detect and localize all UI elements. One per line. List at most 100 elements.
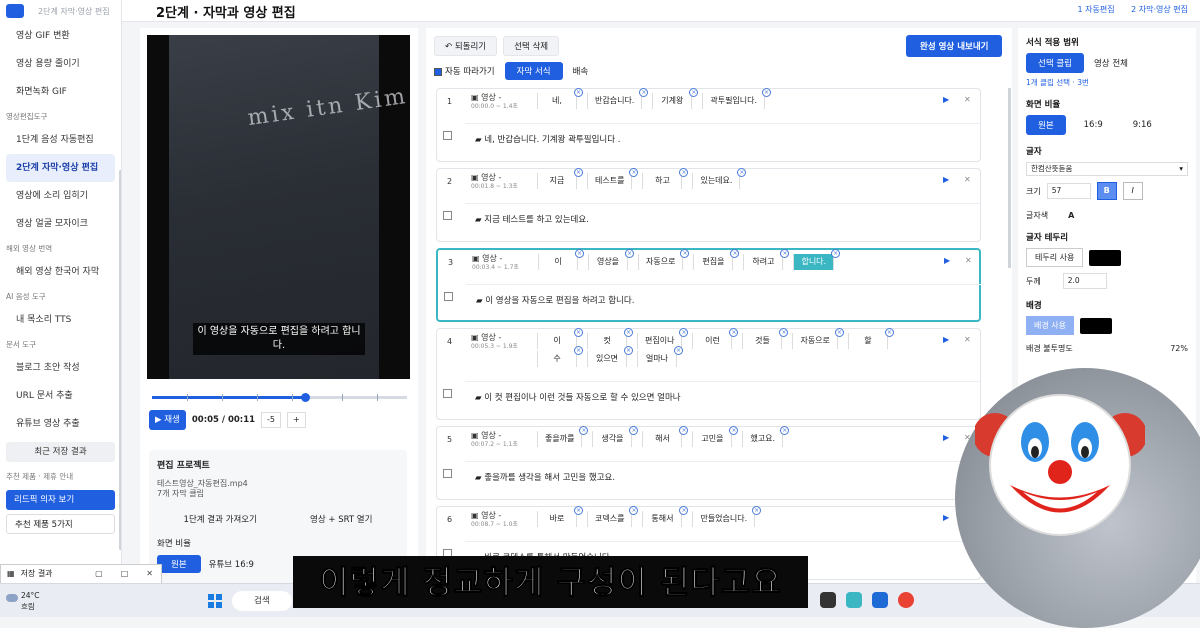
- bg-toggle-button[interactable]: 배경 사용: [1026, 316, 1074, 335]
- row-close-icon[interactable]: ✕: [964, 95, 971, 104]
- row-sentence[interactable]: ▰ 네, 반갑습니다. 기계왕 곽투필입니다 .: [475, 133, 620, 145]
- row-close-icon[interactable]: ✕: [964, 335, 971, 344]
- word-chip[interactable]: 것들 ×: [742, 328, 789, 349]
- word-chip[interactable]: 있으면 ×: [587, 346, 633, 367]
- open-srt-button[interactable]: 영상 + SRT 열기: [310, 513, 372, 525]
- italic-toggle[interactable]: I: [1122, 182, 1143, 200]
- sidebar-item-url[interactable]: URL 문서 추출: [0, 382, 121, 410]
- app-v-icon[interactable]: [846, 592, 862, 608]
- row-play-icon[interactable]: ▶: [943, 513, 949, 522]
- word-chip[interactable]: 영상을 ×: [588, 249, 634, 270]
- weather-widget[interactable]: 24°C 흐림: [6, 591, 40, 611]
- word-chip[interactable]: 네, ×: [537, 88, 583, 109]
- row-checkbox[interactable]: [444, 292, 453, 301]
- word-chip[interactable]: 편집을 ×: [693, 249, 740, 270]
- word-chip[interactable]: 곽투필입니다. ×: [702, 88, 772, 109]
- remove-word-icon[interactable]: ×: [680, 249, 690, 258]
- remove-word-icon[interactable]: ×: [574, 328, 583, 337]
- row-close-icon[interactable]: ✕: [965, 256, 972, 265]
- delete-selection-button[interactable]: 선택 삭제: [503, 36, 560, 56]
- crumb-step2[interactable]: 2 자막·영상 편집: [1131, 5, 1188, 14]
- row-sentence[interactable]: ▰ 이 영상을 자동으로 편집을 하려고 합니다.: [476, 294, 634, 306]
- word-chip[interactable]: 합니다. ×: [793, 249, 841, 270]
- remove-word-icon[interactable]: ×: [729, 328, 739, 337]
- project-ratio-youtube[interactable]: 유튜브 16:9: [209, 558, 254, 570]
- sidebar-item-blog[interactable]: 블로그 초안 작성: [0, 354, 121, 382]
- border-color-swatch[interactable]: [1089, 249, 1122, 266]
- app-terminal-icon[interactable]: [872, 592, 888, 608]
- word-chip[interactable]: 테스트를 ×: [587, 168, 639, 189]
- word-chip[interactable]: 이런 ×: [692, 328, 739, 349]
- row-checkbox[interactable]: [443, 131, 452, 140]
- remove-word-icon[interactable]: ×: [679, 426, 689, 435]
- border-toggle-button[interactable]: 테두리 사용: [1026, 248, 1084, 267]
- word-chip[interactable]: 지금 ×: [537, 168, 583, 189]
- remove-word-icon[interactable]: ×: [679, 168, 689, 177]
- sidebar-item-translate[interactable]: 해외 영상 한국어 자막: [0, 258, 121, 286]
- sidebar-item-compress[interactable]: 영상 용량 줄이기: [0, 50, 121, 78]
- row-play-icon[interactable]: ▶: [944, 256, 950, 265]
- ratio-9-16[interactable]: 9:16: [1133, 120, 1152, 130]
- restore-icon[interactable]: ▢: [95, 565, 103, 583]
- remove-word-icon[interactable]: ×: [780, 249, 790, 258]
- row-play-icon[interactable]: ▶: [943, 433, 949, 442]
- row-close-icon[interactable]: ✕: [964, 175, 971, 184]
- word-chip[interactable]: 이 ×: [537, 328, 583, 349]
- taskbar-search[interactable]: 검색: [232, 591, 292, 611]
- recent-results-button[interactable]: 최근 저장 결과: [6, 442, 115, 462]
- word-chip[interactable]: 고민을 ×: [692, 426, 739, 447]
- remove-word-icon[interactable]: ×: [730, 249, 740, 258]
- remove-word-icon[interactable]: ×: [624, 328, 633, 337]
- word-chip[interactable]: 하려고 ×: [743, 249, 790, 270]
- row-sentence[interactable]: ▰ 지금 테스트를 하고 있는데요.: [475, 213, 589, 225]
- word-chip[interactable]: 통해서 ×: [642, 506, 689, 527]
- undo-button[interactable]: ↶ 되돌리기: [434, 36, 498, 56]
- word-chip[interactable]: 기계왕 ×: [652, 88, 699, 109]
- sidebar-item-step1[interactable]: 1단계 음성 자동편집: [0, 126, 121, 154]
- row-checkbox[interactable]: [443, 469, 452, 478]
- sidebar-item-gif[interactable]: 영상 GIF 변환: [0, 22, 121, 50]
- editor-scrollbar[interactable]: [1008, 88, 1011, 268]
- remove-word-icon[interactable]: ×: [624, 346, 633, 355]
- row-sentence[interactable]: ▰ 좋을까를 생각을 해서 고민을 했고요.: [475, 471, 615, 483]
- sidebar-item-step2[interactable]: 2단계 자막·영상 편집: [6, 154, 115, 182]
- bg-color-swatch[interactable]: [1079, 317, 1112, 334]
- maximize-icon[interactable]: □: [121, 565, 129, 583]
- sidebar-scrollbar[interactable]: [119, 170, 121, 550]
- ratio-original[interactable]: 원본: [1026, 115, 1066, 135]
- sidebar-item-youtube[interactable]: 유튜브 영상 추출: [0, 410, 121, 438]
- tab-speed[interactable]: 배속: [573, 65, 589, 77]
- export-button[interactable]: 완성 영상 내보내기: [906, 35, 1003, 57]
- word-chip[interactable]: 이 ×: [538, 249, 584, 270]
- remove-word-icon[interactable]: ×: [629, 506, 639, 515]
- seek-back-button[interactable]: -5: [261, 412, 282, 428]
- word-chip[interactable]: 얼마나 ×: [637, 346, 683, 367]
- remove-word-icon[interactable]: ×: [574, 88, 583, 97]
- remove-word-icon[interactable]: ×: [574, 506, 583, 515]
- bold-toggle[interactable]: B: [1096, 182, 1117, 200]
- load-step1-button[interactable]: 1단계 결과 가져오기: [184, 513, 257, 525]
- row-checkbox[interactable]: [443, 389, 452, 398]
- word-chip[interactable]: 있는데요. ×: [692, 168, 747, 189]
- remove-word-icon[interactable]: ×: [629, 426, 639, 435]
- remove-word-icon[interactable]: ×: [639, 88, 649, 97]
- remove-word-icon[interactable]: ×: [574, 168, 583, 177]
- remove-word-icon[interactable]: ×: [884, 328, 894, 337]
- remove-word-icon[interactable]: ×: [679, 506, 689, 515]
- word-chip[interactable]: 해서 ×: [642, 426, 689, 447]
- remove-word-icon[interactable]: ×: [575, 249, 584, 258]
- word-chip[interactable]: 수 ×: [537, 346, 583, 367]
- remove-word-icon[interactable]: ×: [729, 426, 739, 435]
- word-chip[interactable]: 자동으로 ×: [638, 249, 690, 270]
- row-sentence[interactable]: ▰ 이 컷 편집이나 이런 것들 자동으로 할 수 있으면 얼마나: [475, 391, 681, 403]
- close-icon[interactable]: ✕: [146, 565, 153, 583]
- scope-whole-video[interactable]: 영상 전체: [1094, 57, 1128, 69]
- scope-selected-clip[interactable]: 선택 클립: [1026, 53, 1084, 73]
- chrome-icon[interactable]: [898, 592, 914, 608]
- sidebar-item-mosaic[interactable]: 영상 얼굴 모자이크: [0, 210, 121, 238]
- word-chip[interactable]: 바로 ×: [537, 506, 583, 527]
- remove-word-icon[interactable]: ×: [574, 346, 583, 355]
- word-chip[interactable]: 자동으로 ×: [792, 328, 844, 349]
- subtitle-row[interactable]: 4 ▣ 영상 -00:05.3 ~ 1.9초 이 × 컷 × 편집이나 × 이런 × 것들 × 자동으로…: [436, 328, 981, 420]
- row-checkbox[interactable]: [443, 211, 452, 220]
